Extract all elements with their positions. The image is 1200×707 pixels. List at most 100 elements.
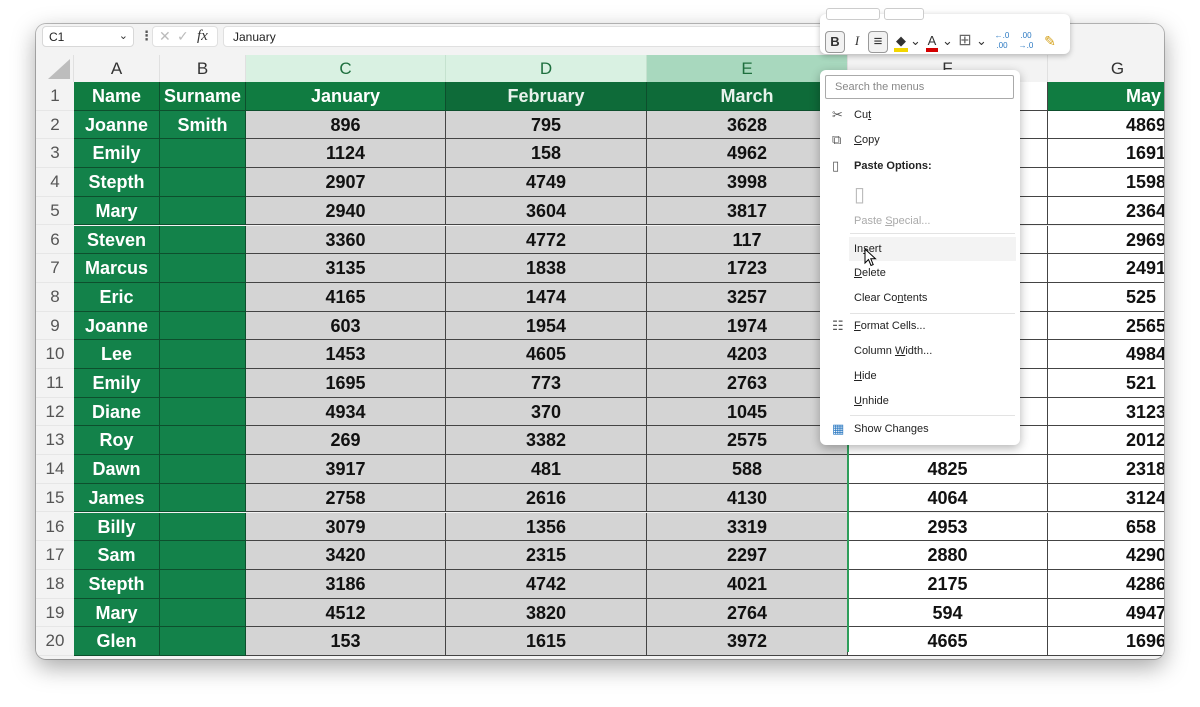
- cell-c6[interactable]: 3360: [246, 225, 446, 255]
- menu-item-clear-contents[interactable]: Clear Contents: [820, 286, 1020, 310]
- cell-a18[interactable]: Stepth: [74, 569, 160, 599]
- row-header-2[interactable]: 2: [36, 110, 74, 140]
- cell-e5[interactable]: 3817: [647, 196, 848, 226]
- cell-f17[interactable]: 2880: [848, 541, 1048, 570]
- format-painter-button[interactable]: ✎: [1040, 31, 1060, 53]
- font-color-button[interactable]: A: [924, 31, 940, 53]
- cell-d17[interactable]: 2315: [446, 541, 647, 570]
- cell-f19[interactable]: 594: [848, 598, 1048, 628]
- menu-item-copy[interactable]: ⧉ Copy: [820, 128, 1020, 152]
- cell-d5[interactable]: 3604: [446, 196, 647, 226]
- cell-e7[interactable]: 1723: [647, 254, 848, 283]
- cell-g9[interactable]: 2565: [1048, 311, 1164, 341]
- cell-a14[interactable]: Dawn: [74, 455, 160, 484]
- font-color-dropdown[interactable]: ⌄: [942, 31, 953, 53]
- column-header-g[interactable]: G: [1048, 55, 1164, 82]
- cell-e17[interactable]: 2297: [647, 541, 848, 570]
- cell-f18[interactable]: 2175: [848, 569, 1048, 599]
- cell-c12[interactable]: 4934: [246, 397, 446, 427]
- row-header-16[interactable]: 16: [36, 512, 74, 542]
- font-size-box[interactable]: [884, 8, 924, 20]
- cell-a2[interactable]: Joanne: [74, 110, 160, 140]
- borders-button[interactable]: ⊞: [956, 31, 974, 53]
- cell-e20[interactable]: 3972: [647, 627, 848, 656]
- fill-color-button[interactable]: ◆: [892, 31, 910, 53]
- cell-e10[interactable]: 4203: [647, 340, 848, 369]
- row-header-12[interactable]: 12: [36, 397, 74, 427]
- cell-d19[interactable]: 3820: [446, 598, 647, 628]
- row-header-3[interactable]: 3: [36, 139, 74, 169]
- cell-c18[interactable]: 3186: [246, 569, 446, 599]
- cell-g7[interactable]: 2491: [1048, 254, 1164, 283]
- menu-item-format-cells[interactable]: ☷ Format Cells...: [820, 314, 1020, 338]
- cell-d18[interactable]: 4742: [446, 569, 647, 599]
- cell-c17[interactable]: 3420: [246, 541, 446, 570]
- cell-a16[interactable]: Billy: [74, 512, 160, 542]
- row-header-4[interactable]: 4: [36, 168, 74, 197]
- cell-d8[interactable]: 1474: [446, 282, 647, 312]
- cell-e18[interactable]: 4021: [647, 569, 848, 599]
- cell-c20[interactable]: 153: [246, 627, 446, 656]
- cell-e15[interactable]: 4130: [647, 483, 848, 513]
- cell-b1[interactable]: Surname: [160, 82, 246, 111]
- cell-a11[interactable]: Emily: [74, 369, 160, 398]
- cell-g11[interactable]: 521: [1048, 369, 1164, 398]
- borders-dropdown[interactable]: ⌄: [976, 31, 987, 53]
- cell-c7[interactable]: 3135: [246, 254, 446, 283]
- cell-c4[interactable]: 2907: [246, 168, 446, 197]
- cell-b8[interactable]: [160, 282, 246, 312]
- row-header-5[interactable]: 5: [36, 196, 74, 226]
- cell-e12[interactable]: 1045: [647, 397, 848, 427]
- cell-c10[interactable]: 1453: [246, 340, 446, 369]
- menu-item-show-changes[interactable]: ▦ Show Changes: [820, 417, 1020, 441]
- cell-a13[interactable]: Roy: [74, 426, 160, 456]
- fill-color-dropdown[interactable]: ⌄: [910, 31, 921, 53]
- cell-f20[interactable]: 4665: [848, 627, 1048, 656]
- cell-g15[interactable]: 3124: [1048, 483, 1164, 513]
- cell-c15[interactable]: 2758: [246, 483, 446, 513]
- row-header-19[interactable]: 19: [36, 598, 74, 628]
- cell-g8[interactable]: 525: [1048, 282, 1164, 312]
- cell-c19[interactable]: 4512: [246, 598, 446, 628]
- column-header-d[interactable]: D: [446, 55, 647, 82]
- cell-c8[interactable]: 4165: [246, 282, 446, 312]
- cell-d12[interactable]: 370: [446, 397, 647, 427]
- cell-d7[interactable]: 1838: [446, 254, 647, 283]
- cell-b18[interactable]: [160, 569, 246, 599]
- cell-g14[interactable]: 2318: [1048, 455, 1164, 484]
- align-center-button[interactable]: ≡: [868, 31, 888, 53]
- row-header-15[interactable]: 15: [36, 483, 74, 513]
- formula-input[interactable]: January: [223, 26, 823, 47]
- cell-b7[interactable]: [160, 254, 246, 283]
- cell-a9[interactable]: Joanne: [74, 311, 160, 341]
- enter-icon[interactable]: ✓: [177, 28, 189, 45]
- cell-g18[interactable]: 4286: [1048, 569, 1164, 599]
- cell-e14[interactable]: 588: [647, 455, 848, 484]
- cell-e9[interactable]: 1974: [647, 311, 848, 341]
- cell-g17[interactable]: 4290: [1048, 541, 1164, 570]
- row-header-13[interactable]: 13: [36, 426, 74, 456]
- cell-c11[interactable]: 1695: [246, 369, 446, 398]
- cell-b2[interactable]: Smith: [160, 110, 246, 140]
- name-box[interactable]: C1 ⌄: [42, 26, 134, 47]
- font-name-box[interactable]: [826, 8, 880, 20]
- insert-function-icon[interactable]: fx: [197, 28, 208, 45]
- column-header-a[interactable]: A: [74, 55, 160, 82]
- cell-b10[interactable]: [160, 340, 246, 369]
- cell-e4[interactable]: 3998: [647, 168, 848, 197]
- cell-b9[interactable]: [160, 311, 246, 341]
- cell-d1[interactable]: February: [446, 82, 647, 111]
- cell-g10[interactable]: 4984: [1048, 340, 1164, 369]
- cell-a4[interactable]: Stepth: [74, 168, 160, 197]
- cell-g1[interactable]: May: [1048, 82, 1164, 111]
- cell-d14[interactable]: 481: [446, 455, 647, 484]
- cell-e6[interactable]: 117: [647, 225, 848, 255]
- cell-c2[interactable]: 896: [246, 110, 446, 140]
- cell-e11[interactable]: 2763: [647, 369, 848, 398]
- cell-b17[interactable]: [160, 541, 246, 570]
- cell-e19[interactable]: 2764: [647, 598, 848, 628]
- cell-c14[interactable]: 3917: [246, 455, 446, 484]
- cell-d6[interactable]: 4772: [446, 225, 647, 255]
- cell-d20[interactable]: 1615: [446, 627, 647, 656]
- row-header-6[interactable]: 6: [36, 225, 74, 255]
